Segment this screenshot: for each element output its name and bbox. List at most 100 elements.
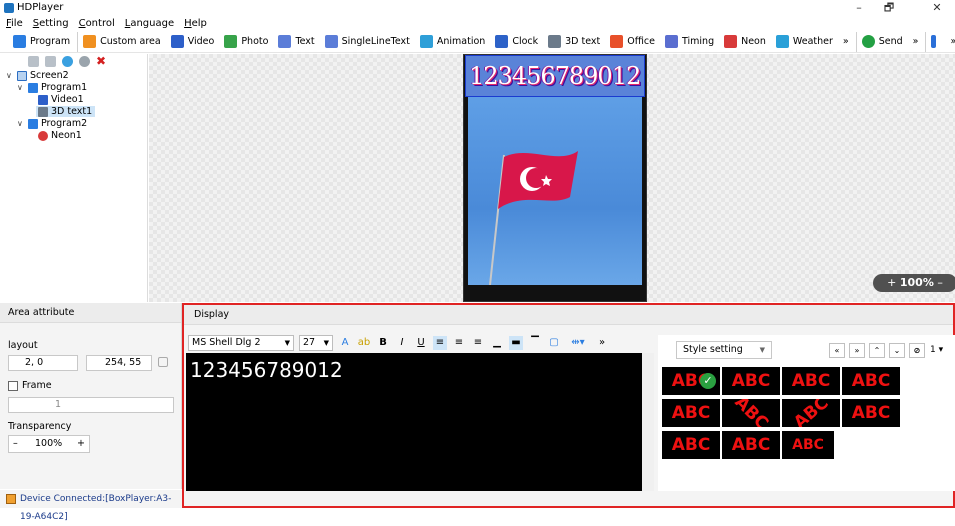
3d-text-icon [38,106,48,117]
valign-middle-icon[interactable]: ▬ [509,336,523,350]
bold-icon[interactable]: B [376,336,390,350]
last-page-button[interactable]: » [849,343,865,358]
style-thumb-1[interactable]: ABC ✓ [662,367,720,395]
program-button[interactable]: Program [8,32,75,52]
toolbar: Program Custom area Video Photo Text Sin… [0,31,955,53]
style-thumb-label: ABC [851,371,891,391]
zoom-out-button[interactable]: – [937,276,943,289]
toolbar-overflow-1[interactable]: » [838,32,854,52]
frame-select[interactable]: 1 [8,397,174,413]
animation-button[interactable]: Animation [415,32,490,52]
tree-item-neon1[interactable]: Neon1 [38,130,82,141]
transparency-increment[interactable]: + [77,436,85,452]
position-field[interactable]: 2, 0 [8,355,78,371]
custom-area-button[interactable]: Custom area [77,31,166,52]
brightness-button[interactable] [925,31,945,52]
font-size-select[interactable]: 27 ▼ [299,335,333,351]
size-field[interactable]: 254, 55 [86,355,152,371]
transparency-decrement[interactable]: – [13,436,18,452]
menu-setting[interactable]: Setting [33,16,69,31]
led-screen-preview[interactable]: 123456789012 [463,54,647,302]
style-thumb-7[interactable]: ABC [782,399,840,427]
style-setting-select[interactable]: Style setting ▼ [676,341,772,359]
style-thumb-8[interactable]: ABC [842,399,900,427]
first-page-button[interactable]: « [829,343,845,358]
weather-icon [775,35,789,48]
app-icon [4,3,14,13]
text-color-icon[interactable]: A [338,336,352,350]
valign-bottom-icon[interactable]: ▔ [528,336,542,350]
overflow-icon[interactable]: » [595,336,609,350]
clock-button[interactable]: Clock [490,32,543,52]
valign-top-icon[interactable]: ▁ [490,336,504,350]
tree-item-program2[interactable]: ∨ Program2 [17,118,87,129]
style-thumb-10[interactable]: ABC [722,431,780,459]
menu-control[interactable]: Control [79,16,115,31]
frame-checkbox[interactable] [8,381,18,391]
highlight-icon[interactable]: ab [357,336,371,350]
style-setting-label: Style setting [683,344,743,355]
video-icon [38,94,48,105]
delete-icon[interactable]: ✖ [96,55,107,67]
frame-icon[interactable]: ▢ [547,336,561,350]
style-thumb-2[interactable]: ABC [722,367,780,395]
style-thumb-9[interactable]: ABC [662,431,720,459]
style-thumb-5[interactable]: ABC [662,399,720,427]
zoom-in-button[interactable]: + [887,276,896,289]
single-line-text-button[interactable]: SingleLineText [320,32,415,52]
lock-icon[interactable] [158,357,168,367]
style-index-select[interactable]: 1 ▾ [930,343,954,358]
text-button[interactable]: Text [273,32,319,52]
3d-text-area[interactable]: 123456789012 [465,55,645,97]
text-editor[interactable]: 123456789012 [186,353,654,491]
menu-file[interactable]: File [6,16,23,31]
tree-item-video1[interactable]: Video1 [38,94,84,105]
preview-canvas[interactable]: 123456789012 + 100% – [149,54,955,302]
photo-button[interactable]: Photo [219,32,273,52]
video-icon [170,35,184,48]
timing-button[interactable]: Timing [660,32,719,52]
align-left-icon[interactable]: ≡ [433,336,447,350]
style-thumb-4[interactable]: ABC [842,367,900,395]
chevron-down-icon: ∨ [6,71,12,80]
underline-icon[interactable]: U [414,336,428,350]
toolbar-overflow-2[interactable]: » [908,32,924,52]
weather-button[interactable]: Weather [771,32,838,52]
transparency-stepper[interactable]: – 100% + [8,435,90,453]
align-right-icon[interactable]: ≡ [471,336,485,350]
restore-button[interactable]: 🗗 [875,0,903,16]
menu-help[interactable]: Help [184,16,207,31]
font-select[interactable]: MS Shell Dlg 2 ▼ [188,335,294,351]
align-center-icon[interactable]: ≡ [452,336,466,350]
move-down-icon[interactable] [79,56,90,67]
photo-label: Photo [241,36,269,47]
animation-icon [419,35,433,48]
3d-text-button[interactable]: 3D text [543,32,605,52]
minimize-button[interactable]: – [845,0,873,16]
layout-label: layout [8,340,38,351]
page-down-button[interactable]: ⌄ [889,343,905,358]
spacing-icon[interactable]: ⇹▾ [566,336,590,350]
video-button[interactable]: Video [166,32,220,52]
italic-icon[interactable]: I [395,336,409,350]
paste-icon[interactable] [45,56,56,67]
style-thumb-6[interactable]: ABC [722,399,780,427]
area-attribute-panel: Area attribute layout 2, 0 254, 55 Frame… [0,303,182,489]
no-style-button[interactable]: ⊘ [909,343,925,358]
page-up-button[interactable]: ⌃ [869,343,885,358]
copy-icon[interactable] [28,56,39,67]
video-area[interactable] [468,95,642,286]
tree-item-3d-text1[interactable]: 3D text1 [36,106,96,117]
neon-button[interactable]: Neon [719,32,771,52]
style-thumb-11[interactable]: ABC [782,431,834,459]
office-button[interactable]: Office [605,32,660,52]
tree-item-screen2[interactable]: ∨ Screen2 [6,70,69,81]
toolbar-overflow-3[interactable]: » [945,32,955,52]
send-button[interactable]: Send [855,31,908,52]
move-up-icon[interactable] [62,56,73,67]
close-button[interactable]: ✕ [923,0,951,16]
style-thumb-3[interactable]: ABC [782,367,840,395]
chevron-down-icon: ∨ [17,119,23,128]
tree-item-program1[interactable]: ∨ Program1 [17,82,87,93]
menu-language[interactable]: Language [125,16,174,31]
